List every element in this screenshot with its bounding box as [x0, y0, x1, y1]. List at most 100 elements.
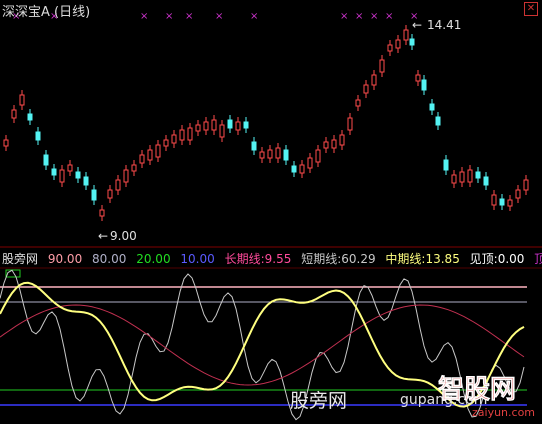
svg-text:zaiyun.com: zaiyun.com [472, 406, 535, 419]
candle-body [429, 103, 435, 111]
candle-body [227, 119, 233, 129]
candle-body [251, 141, 257, 151]
candle-body [395, 39, 401, 49]
window-title: 深深宝A (日线) [2, 1, 90, 20]
candle-body [515, 189, 521, 199]
candle-body [99, 209, 105, 217]
candle-body [363, 84, 369, 94]
candle-body [347, 117, 353, 131]
indicator-legend: 股旁网 90.00 80.00 20.00 10.00 长期线:9.55 短期线… [2, 250, 542, 267]
candle-body [67, 164, 73, 172]
candle-body [243, 121, 249, 129]
candle-body [11, 109, 17, 119]
candle-body [3, 139, 9, 147]
candle-body [259, 151, 265, 159]
candle-body [339, 134, 345, 146]
candle-body [139, 154, 145, 164]
candle-body [267, 149, 273, 159]
candle-body [107, 189, 113, 199]
candle-body [131, 164, 137, 172]
candle-body [415, 74, 421, 82]
long-term-label: 长期线: [224, 252, 265, 266]
candle-body [409, 38, 415, 46]
candle-body [371, 74, 377, 86]
site-logo: 智股网 zaiyun.com [438, 375, 535, 419]
top-tag: 顶 [534, 252, 542, 266]
candle-body [499, 198, 505, 206]
level-80-value: 80.00 [92, 252, 127, 266]
short-term-value: 60.29 [341, 252, 376, 266]
mid-term-value: 13.85 [425, 252, 460, 266]
low-arrow: ← [98, 229, 108, 243]
candle-body [219, 124, 225, 138]
candle-body [75, 171, 81, 179]
high-price-label: 14.41 [427, 18, 461, 32]
candle-body [315, 149, 321, 163]
candle-body [171, 134, 177, 144]
candle-body [387, 44, 393, 52]
top-value: 0.00 [497, 252, 525, 266]
candle-body [483, 176, 489, 186]
candle-body [187, 127, 193, 141]
candle-body [59, 169, 65, 183]
candle-body [155, 144, 161, 158]
candle-body [379, 59, 385, 73]
candle-body [283, 149, 289, 161]
candle-body [115, 179, 121, 191]
candle-body [91, 189, 97, 201]
candle-body [451, 174, 457, 184]
candle-body [403, 29, 409, 41]
candle-body [35, 131, 41, 141]
candle-body [83, 176, 89, 186]
candle-body [203, 121, 209, 131]
signal-marker: × [140, 11, 148, 22]
stock-name: 深深宝A [2, 5, 50, 20]
candle-body [355, 99, 361, 107]
candle-body [123, 169, 129, 183]
candle-body [491, 194, 497, 206]
candle-body [523, 179, 529, 191]
signal-marker: × [385, 11, 393, 22]
candle-body [459, 171, 465, 183]
signal-marker: × [340, 11, 348, 22]
signal-marker: × [185, 11, 193, 22]
candle-body [147, 149, 153, 161]
indicator-name: 股旁网 [2, 252, 39, 266]
low-price-label: 9.00 [110, 229, 137, 243]
candle-body [163, 139, 169, 147]
candle-body [307, 157, 313, 169]
candle-body [323, 141, 329, 149]
candle-body [235, 121, 241, 131]
candle-body [211, 119, 217, 131]
short-term-label: 短期线: [301, 252, 342, 266]
signal-marker: × [355, 11, 363, 22]
close-icon[interactable]: ✕ [524, 2, 538, 16]
candlestick-series [3, 25, 529, 221]
candle-body [299, 164, 305, 174]
candle-body [275, 147, 281, 159]
top-label: 见顶: [469, 252, 498, 266]
signal-marker: × [250, 11, 258, 22]
level-90-value: 90.00 [47, 252, 83, 266]
svg-text:智股网: 智股网 [438, 375, 516, 405]
period-label: (日线) [54, 5, 91, 20]
signal-marker: × [215, 11, 223, 22]
candle-body [195, 124, 201, 132]
watermark-text: 股旁网 [290, 390, 348, 412]
high-arrow: ← [412, 18, 422, 32]
candle-body [27, 113, 33, 121]
candle-body [179, 129, 185, 141]
candle-body [19, 94, 25, 106]
candle-body [331, 139, 337, 149]
candle-body [435, 116, 441, 126]
candle-body [475, 171, 481, 179]
candle-body [507, 199, 513, 207]
candle-body [467, 169, 473, 183]
mid-term-label: 中期线: [385, 252, 426, 266]
signal-marker: × [165, 11, 173, 22]
candle-body [43, 154, 49, 166]
level-10-value: 10.00 [180, 252, 215, 266]
long-term-value: 9.55 [264, 252, 292, 266]
candle-body [51, 168, 57, 176]
candle-body [421, 79, 427, 91]
